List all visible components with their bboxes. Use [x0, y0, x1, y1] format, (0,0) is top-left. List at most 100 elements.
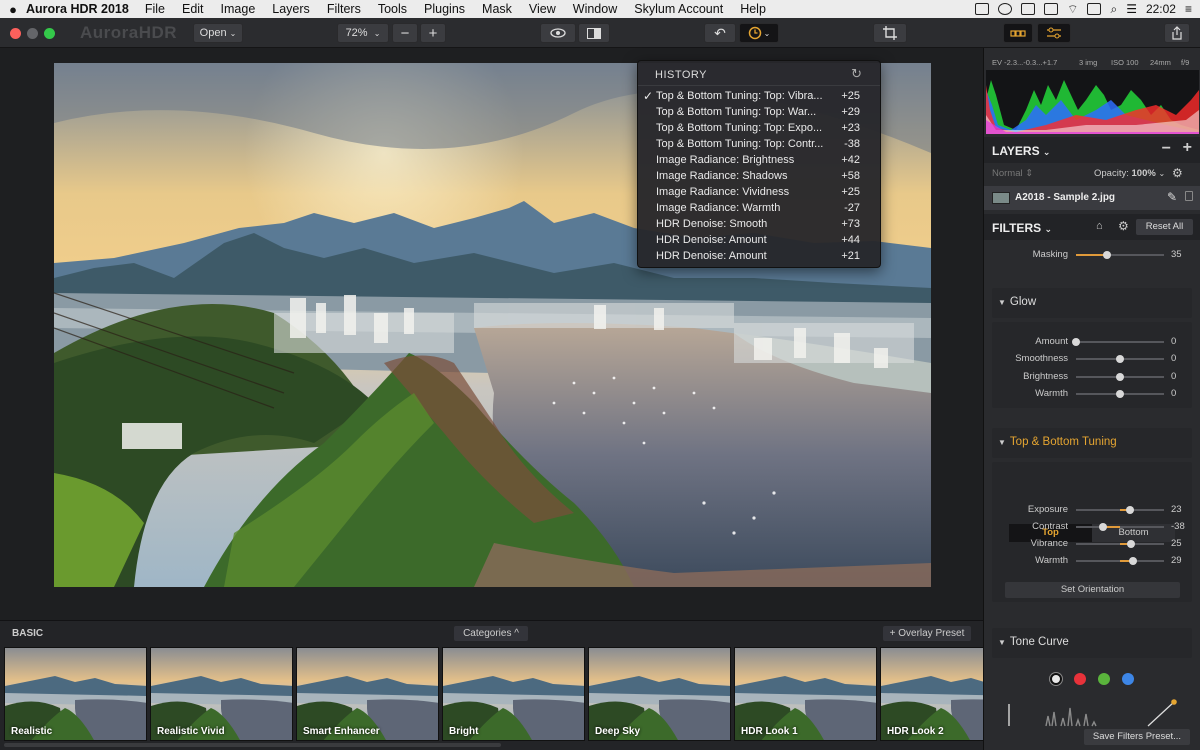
open-button[interactable]: Open ⌄ [193, 23, 243, 43]
wifi-icon[interactable]: ⌔ [1067, 2, 1078, 17]
compare-button[interactable] [578, 23, 610, 43]
vibrance-slider[interactable] [1076, 540, 1164, 548]
menu-skylum-account[interactable]: Skylum Account [634, 2, 723, 16]
status-window-icon[interactable] [1021, 3, 1036, 15]
glow-header[interactable]: ▼ Glow [992, 288, 1192, 318]
filter-settings-gear-icon[interactable]: ⚙ [1118, 219, 1129, 233]
clock[interactable]: 22:02 [1146, 2, 1176, 16]
preset-thumbnail[interactable]: Realistic [4, 647, 147, 741]
brush-icon[interactable]: ✎ [1167, 190, 1177, 204]
opacity-control[interactable]: Opacity: 100% ⌄ [1094, 168, 1165, 179]
history-item[interactable]: Top & Bottom Tuning: Top: War... +29 [638, 105, 882, 121]
menu-filters[interactable]: Filters [327, 2, 361, 16]
close-window-button[interactable] [10, 28, 21, 39]
presets-scrollbar[interactable] [4, 743, 501, 747]
crop-button[interactable] [873, 23, 907, 43]
warmth-knob[interactable] [1128, 557, 1137, 565]
undo-button[interactable]: ↶ [704, 23, 736, 43]
menu-window[interactable]: Window [573, 2, 617, 16]
layer-settings-gear-icon[interactable]: ⚙ [1172, 166, 1183, 180]
curve-channel-rgb[interactable] [1050, 673, 1062, 685]
history-item[interactable]: Image Radiance: Shadows +58 [638, 169, 882, 185]
layer-row[interactable]: A2018 - Sample 2.jpg ✎ [984, 186, 1200, 210]
preset-thumbnail[interactable]: Smart Enhancer [296, 647, 439, 741]
tuning-header[interactable]: ▼ Top & Bottom Tuning [992, 428, 1192, 458]
preset-thumbnail[interactable]: Bright [442, 647, 585, 741]
glow-smoothness-knob[interactable] [1116, 355, 1124, 363]
zoom-select[interactable]: 72% ⌄ [337, 23, 389, 43]
history-item[interactable]: Top & Bottom Tuning: Top: Expo... +23 [638, 121, 882, 137]
minimize-window-button[interactable] [27, 28, 38, 39]
menu-tools[interactable]: Tools [378, 2, 407, 16]
curve-channel-red[interactable] [1074, 673, 1086, 685]
notification-center-icon[interactable]: ≡ [1185, 2, 1192, 16]
preset-thumbnail[interactable]: HDR Look 1 [734, 647, 877, 741]
control-center-icon[interactable]: ☰ [1126, 2, 1137, 16]
masking-knob[interactable] [1102, 251, 1111, 259]
glow-amount-knob[interactable] [1072, 338, 1080, 346]
histogram-toggle-button[interactable] [1003, 23, 1033, 43]
zoom-in-button[interactable]: + [420, 23, 446, 43]
overlay-preset-button[interactable]: + Overlay Preset [883, 626, 971, 641]
glow-smoothness-slider[interactable] [1076, 355, 1164, 363]
history-item[interactable]: Image Radiance: Brightness +42 [638, 153, 882, 169]
lock-icon[interactable] [1185, 191, 1193, 201]
history-item[interactable]: Top & Bottom Tuning: Top: Contr... -38 [638, 137, 882, 153]
reset-all-button[interactable]: Reset All [1136, 219, 1193, 235]
menu-edit[interactable]: Edit [182, 2, 204, 16]
status-dashboard-icon[interactable] [1087, 3, 1102, 15]
status-display-icon[interactable] [1044, 3, 1059, 15]
exposure-slider[interactable] [1076, 506, 1164, 514]
contrast-slider[interactable] [1076, 523, 1164, 531]
history-item[interactable]: HDR Denoise: Amount +44 [638, 233, 882, 249]
blend-mode-select[interactable]: Normal ⇕ [992, 168, 1033, 179]
warmth-slider[interactable] [1076, 557, 1164, 565]
menu-mask[interactable]: Mask [482, 2, 512, 16]
glow-warmth-knob[interactable] [1116, 390, 1124, 398]
adjustments-toggle-button[interactable] [1037, 23, 1071, 43]
curve-channel-blue[interactable] [1122, 673, 1134, 685]
zoom-out-button[interactable]: − [392, 23, 418, 43]
categories-button[interactable]: Categories ^ [454, 626, 528, 641]
menu-layers[interactable]: Layers [272, 2, 310, 16]
share-button[interactable] [1164, 23, 1190, 43]
preset-thumbnail[interactable]: Deep Sky [588, 647, 731, 741]
glow-brightness-slider[interactable] [1076, 373, 1164, 381]
history-item[interactable]: HDR Denoise: Smooth +73 [638, 217, 882, 233]
menu-plugins[interactable]: Plugins [424, 2, 465, 16]
preset-thumbnail[interactable]: Realistic Vivid [150, 647, 293, 741]
glow-amount-slider[interactable] [1072, 338, 1164, 346]
menu-file[interactable]: File [145, 2, 165, 16]
add-layer-button[interactable]: + [1183, 139, 1192, 157]
apple-menu-icon[interactable]: ● [0, 2, 26, 17]
tone-curve-graph[interactable] [1006, 698, 1178, 728]
remove-layer-button[interactable]: − [1162, 140, 1171, 158]
menu-image[interactable]: Image [221, 2, 256, 16]
history-button[interactable]: ⌄ [739, 23, 779, 43]
curve-channel-green[interactable] [1098, 673, 1110, 685]
search-icon[interactable]: ⌕ [1110, 2, 1117, 17]
history-item[interactable]: Image Radiance: Warmth -27 [638, 201, 882, 217]
menu-help[interactable]: Help [740, 2, 766, 16]
preview-button[interactable] [540, 23, 576, 43]
app-menu[interactable]: Aurora HDR 2018 [26, 2, 129, 16]
glow-warmth-slider[interactable] [1076, 390, 1164, 398]
tone-curve-header[interactable]: ▼ Tone Curve [992, 628, 1192, 658]
filters-title[interactable]: FILTERS ⌄ [992, 221, 1052, 235]
history-item[interactable]: Image Radiance: Vividness +25 [638, 185, 882, 201]
status-app-icon[interactable] [975, 3, 990, 15]
vibrance-knob[interactable] [1127, 540, 1135, 548]
layers-title[interactable]: LAYERS ⌄ [992, 144, 1050, 158]
set-orientation-button[interactable]: Set Orientation [1005, 582, 1180, 598]
history-item[interactable]: HDR Denoise: Amount +21 [638, 249, 882, 265]
menu-view[interactable]: View [529, 2, 556, 16]
history-item[interactable]: ✓ Top & Bottom Tuning: Top: Vibra... +25 [638, 89, 882, 105]
glow-brightness-knob[interactable] [1116, 373, 1124, 381]
minus-icon: − [400, 24, 410, 42]
zoom-window-button[interactable] [44, 28, 55, 39]
masking-slider[interactable] [1076, 251, 1164, 259]
status-p-icon[interactable] [998, 3, 1013, 15]
filter-catalog-icon[interactable]: ⌂ [1096, 220, 1103, 232]
save-filters-preset-button[interactable]: Save Filters Preset... [1084, 729, 1190, 745]
reset-history-icon[interactable]: ↻ [851, 66, 862, 82]
